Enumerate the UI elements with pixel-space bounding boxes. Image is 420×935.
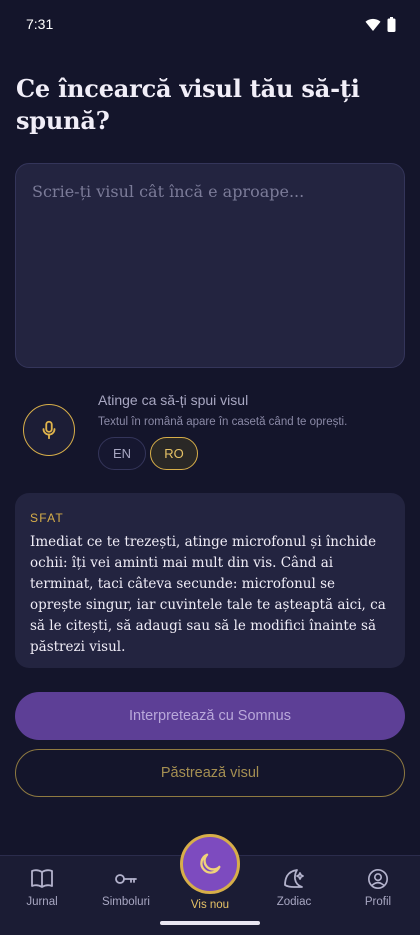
interpret-button[interactable]: Interpretează cu Somnus [15, 692, 405, 740]
status-bar: 7:31 [0, 0, 420, 48]
voice-title: Atinge ca să-ți spui visul [98, 392, 249, 408]
wifi-icon [365, 18, 381, 31]
key-icon [115, 874, 137, 884]
nav-label-profil: Profil [364, 896, 392, 908]
nav-label-vis-nou: Vis nou [190, 899, 230, 911]
moon-stars-icon [284, 869, 304, 888]
moon-icon [200, 853, 221, 874]
nav-item-zodiac[interactable]: Zodiac [252, 868, 336, 908]
microphone-icon [42, 420, 56, 440]
nav-label-simboluri: Simboluri [102, 896, 150, 908]
nav-label-zodiac: Zodiac [276, 896, 312, 908]
microphone-button[interactable] [23, 404, 75, 456]
home-indicator [160, 921, 260, 925]
nav-label-jurnal: Jurnal [26, 896, 58, 908]
page-title: Ce încearcă visul tău să-ți spună? [16, 74, 360, 135]
tip-label: SFAT [30, 511, 64, 525]
voice-subtitle: Textul în română apare în casetă când te… [98, 416, 348, 428]
dream-input[interactable] [32, 182, 388, 349]
language-ro-chip[interactable]: RO [150, 437, 198, 470]
nav-item-profil[interactable]: Profil [336, 868, 420, 908]
book-open-icon [31, 869, 53, 888]
nav-item-simboluri[interactable]: Simboluri [84, 868, 168, 908]
keep-dream-button[interactable]: Păstrează visul [15, 749, 405, 797]
user-circle-icon [368, 869, 388, 889]
language-en-chip[interactable]: EN [98, 437, 146, 470]
dream-input-box[interactable] [15, 163, 405, 368]
nav-item-jurnal[interactable]: Jurnal [0, 868, 84, 908]
nav-item-vis-nou[interactable] [180, 834, 240, 894]
status-time: 7:31 [26, 16, 54, 32]
tip-card: SFAT Imediat ce te trezești, atinge micr… [15, 493, 405, 668]
tip-text: Imediat ce te trezești, atinge microfonu… [30, 534, 386, 655]
battery-icon [387, 16, 396, 32]
status-icons [365, 16, 396, 32]
language-toggle: EN RO [98, 437, 198, 470]
